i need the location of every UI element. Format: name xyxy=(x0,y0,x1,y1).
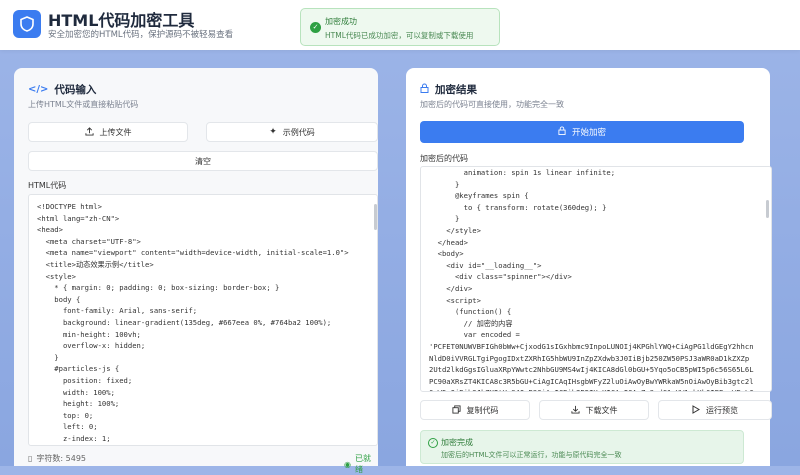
code-line: animation: spin 1s linear infinite; xyxy=(429,168,616,177)
download-icon xyxy=(570,405,580,416)
ready-status-text: 已就绪 xyxy=(354,454,371,474)
upload-file-label: 上传文件 xyxy=(99,127,132,137)
download-file-button[interactable]: 下载文件 xyxy=(539,400,649,420)
check-circle-icon: ✓ xyxy=(310,22,321,33)
code-line: <meta charset="UTF-8"> xyxy=(37,236,141,246)
code-line: } xyxy=(429,179,460,189)
output-panel-heading: 加密结果 xyxy=(420,82,477,97)
code-line: <div class="spinner"></div> xyxy=(429,272,572,282)
shield-logo-icon xyxy=(13,10,41,38)
code-line: 6aW5nOiBib3JkZXItYm94OyB9CiAgICBib2R5IHs… xyxy=(429,387,763,391)
play-icon xyxy=(692,404,700,416)
code-line: NldD0iVVRGLTgiPgogIDxtZXRhIG5hbWU9InZpZX… xyxy=(429,353,750,363)
lock-icon xyxy=(420,83,429,96)
run-preview-label: 运行预览 xyxy=(706,405,738,415)
code-line: z-index: 1; xyxy=(37,433,111,443)
document-icon: ▯ xyxy=(28,454,33,463)
code-line: PC90aXRsZT4KICA8c3R5bGU+CiAgICAqIHsgbWFy… xyxy=(429,376,754,386)
code-line: position: fixed; xyxy=(37,375,133,385)
input-panel-title: 代码输入 xyxy=(54,84,97,96)
encrypted-code-label: 加密后的代码 xyxy=(420,154,468,163)
input-scrollbar[interactable] xyxy=(374,204,377,230)
clear-button[interactable]: 清空 xyxy=(28,151,378,171)
copy-icon xyxy=(451,404,461,416)
code-line: </style> xyxy=(429,225,481,235)
upload-icon xyxy=(84,126,94,138)
html-code-label: HTML代码 xyxy=(28,181,67,190)
code-line: 2Utd2lkdGgsIGluaXRpYWwtc2NhbGU9MS4wIj4KI… xyxy=(429,365,754,375)
html-code-textarea[interactable]: <!DOCTYPE html> <html lang="zh-CN"> <head>… xyxy=(28,194,378,446)
input-panel-subtitle: 上传HTML文件或直接粘贴代码 xyxy=(28,100,139,109)
code-line: </head> xyxy=(429,237,468,247)
code-line: (function() { xyxy=(429,307,512,317)
code-line: * { margin: 0; padding: 0; box-sizing: b… xyxy=(37,283,280,293)
char-count-text: 字符数: 5495 xyxy=(36,454,87,463)
code-line: overflow-x: hidden; xyxy=(37,341,146,351)
input-panel: </> 代码输入 上传HTML文件或直接粘贴代码 上传文件 ✦ 示例代码 清空 … xyxy=(14,68,378,474)
code-line: } xyxy=(37,444,369,445)
code-line: to { transform: rotate(360deg); } xyxy=(429,202,607,212)
code-line: </div> xyxy=(429,283,473,293)
ready-status: ◉ 已就绪 xyxy=(344,453,378,475)
example-code-button[interactable]: ✦ 示例代码 xyxy=(206,122,378,142)
code-line: <html lang="zh-CN"> xyxy=(37,213,120,223)
clear-label: 清空 xyxy=(195,156,211,166)
output-panel: 加密结果 加密后的代码可直接使用，功能完全一致 开始加密 加密后的代码 anim… xyxy=(406,68,772,466)
run-preview-button[interactable]: 运行预览 xyxy=(658,400,772,420)
lock-icon xyxy=(558,126,566,138)
check-circle-icon: ◉ xyxy=(344,459,351,469)
code-line: var encoded = xyxy=(429,330,520,340)
code-line: <meta name="viewport" content="width=dev… xyxy=(37,248,349,258)
code-line: 'PCFET0NUWVBFIGh0bWw+CjxodG1sIGxhbmc9Inp… xyxy=(429,341,754,351)
check-circle-icon: ✓ xyxy=(428,438,438,448)
copy-code-button[interactable]: 复制代码 xyxy=(420,400,530,420)
code-line: <head> xyxy=(37,225,63,235)
code-line: left: 0; xyxy=(37,422,98,432)
code-line: top: 0; xyxy=(37,410,94,420)
encryption-complete-notice: ✓ 加密完成 加密后的HTML文件可以正常运行，功能与原代码完全一致 xyxy=(420,430,744,464)
success-toast: ✓ 加密成功 HTML代码已成功加密，可以复制或下载使用 xyxy=(300,8,500,46)
output-scrollbar[interactable] xyxy=(766,200,769,218)
code-line: font-family: Arial, sans-serif; xyxy=(37,306,198,316)
code-line: #particles-js { xyxy=(37,364,120,374)
app-subtitle: 安全加密您的HTML代码，保护源码不被轻易查看 xyxy=(48,30,234,40)
code-line: <!DOCTYPE html> xyxy=(37,202,102,211)
code-line: @keyframes spin { xyxy=(429,191,529,201)
toast-message: HTML代码已成功加密，可以复制或下载使用 xyxy=(325,31,474,40)
code-line: <style> xyxy=(37,271,76,281)
code-line: background: linear-gradient(135deg, #667… xyxy=(37,317,332,327)
code-line: // 加密的内容 xyxy=(429,318,513,328)
code-line: min-height: 100vh; xyxy=(37,329,141,339)
encrypt-label: 开始加密 xyxy=(571,128,606,138)
copy-code-label: 复制代码 xyxy=(466,405,499,415)
code-line: body { xyxy=(37,294,81,304)
encrypt-button[interactable]: 开始加密 xyxy=(420,121,744,143)
magic-wand-icon: ✦ xyxy=(269,127,277,137)
code-icon: </> xyxy=(28,84,49,95)
input-panel-heading: </> 代码输入 xyxy=(28,82,96,97)
code-line: <script> xyxy=(429,295,481,305)
code-line: <title>动态效果示例</title> xyxy=(37,259,154,269)
code-line: <body> xyxy=(429,249,464,259)
output-panel-subtitle: 加密后的代码可直接使用，功能完全一致 xyxy=(420,100,564,109)
code-line: } xyxy=(429,214,460,224)
done-title: 加密完成 xyxy=(441,438,473,447)
encrypted-code-textarea[interactable]: animation: spin 1s linear infinite; } @k… xyxy=(420,166,772,392)
done-message: 加密后的HTML文件可以正常运行，功能与原代码完全一致 xyxy=(441,451,622,459)
code-line: } xyxy=(37,352,59,362)
char-count: ▯ 字符数: 5495 xyxy=(28,453,86,464)
output-panel-title: 加密结果 xyxy=(435,84,477,96)
code-line: width: 100%; xyxy=(37,387,115,397)
example-code-label: 示例代码 xyxy=(282,127,315,137)
upload-file-button[interactable]: 上传文件 xyxy=(28,122,188,142)
download-file-label: 下载文件 xyxy=(585,405,618,415)
toast-title: 加密成功 xyxy=(325,17,357,26)
code-line: <div id="__loading__"> xyxy=(429,260,542,270)
code-line: height: 100%; xyxy=(37,399,120,409)
